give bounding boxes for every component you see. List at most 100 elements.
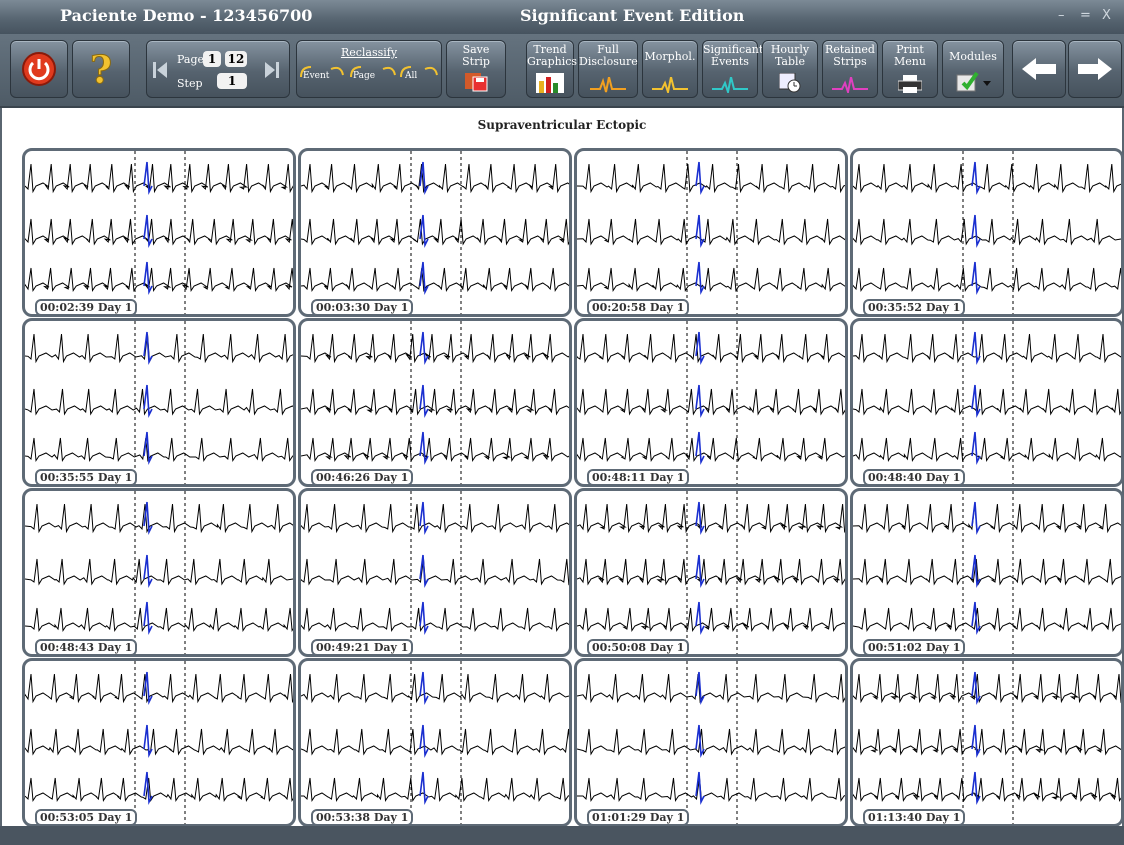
power-button[interactable] xyxy=(10,40,68,98)
ecg-lead-trace xyxy=(577,607,845,632)
page-current-field[interactable]: 1 xyxy=(203,51,221,67)
ecg-waveform xyxy=(853,151,1121,314)
ectopic-beat xyxy=(695,671,705,705)
ectopic-beat xyxy=(695,431,705,465)
ectopic-beat xyxy=(971,724,981,758)
ecg-lead-trace xyxy=(577,388,845,416)
retained-strips-button[interactable]: Retained Strips xyxy=(822,40,878,98)
ecg-lead-trace xyxy=(853,437,1121,462)
trend-graphics-label: Trend Graphics xyxy=(527,43,578,68)
ectopic-beat xyxy=(143,384,153,418)
patient-title: Paciente Demo - 123456700 xyxy=(60,6,313,25)
ecg-strip[interactable]: 00:35:52 Day 1 xyxy=(850,148,1124,317)
morphol-label: Morphol. xyxy=(644,50,696,63)
modules-icon xyxy=(956,71,991,92)
ecg-strip[interactable]: 00:53:05 Day 1 xyxy=(22,658,296,827)
ecg-waveform xyxy=(301,661,569,824)
strip-timestamp: 01:13:40 Day 1 xyxy=(863,809,966,824)
help-button[interactable]: ? xyxy=(72,40,130,98)
ecg-lead-trace xyxy=(25,728,293,756)
ecg-strip[interactable]: 00:20:58 Day 1 xyxy=(574,148,848,317)
previous-button[interactable] xyxy=(1012,40,1066,98)
ecg-lead-trace xyxy=(25,333,293,364)
ectopic-beat xyxy=(419,554,429,588)
modules-label: Modules xyxy=(949,50,997,63)
print-menu-label: Print Menu xyxy=(894,43,926,68)
step-field[interactable]: 1 xyxy=(217,73,247,89)
ecg-lead-trace xyxy=(577,503,845,534)
strip-timestamp: 00:49:21 Day 1 xyxy=(311,639,414,654)
next-button[interactable] xyxy=(1068,40,1122,98)
ecg-lead-trace xyxy=(853,333,1121,364)
strip-timestamp: 00:03:30 Day 1 xyxy=(311,299,414,314)
hourly-table-button[interactable]: Hourly Table xyxy=(762,40,818,98)
ectopic-beat xyxy=(695,214,705,248)
ecg-strip[interactable]: 00:35:55 Day 1 xyxy=(22,318,296,487)
ectopic-beat xyxy=(971,431,981,465)
ecg-strip[interactable]: 00:03:30 Day 1 xyxy=(298,148,572,317)
arrow-right-icon xyxy=(1078,58,1112,80)
arrow-left-icon xyxy=(1022,58,1056,80)
retained-strips-label: Retained Strips xyxy=(825,43,875,68)
ectopic-beat xyxy=(695,501,705,535)
ecg-lead-trace xyxy=(853,777,1121,802)
close-button[interactable]: X xyxy=(1102,8,1111,23)
morphol-button[interactable]: Morphol. xyxy=(642,40,698,98)
trend-graphics-button[interactable]: Trend Graphics xyxy=(526,40,578,98)
reclassify-group: Reclassify Event Page All xyxy=(296,40,442,98)
ecg-strip[interactable]: 01:13:40 Day 1 xyxy=(850,658,1124,827)
strip-timestamp: 00:53:05 Day 1 xyxy=(35,809,138,824)
strip-timestamp: 00:02:39 Day 1 xyxy=(35,299,138,314)
ectopic-beat xyxy=(143,431,153,465)
ecg-lead-trace xyxy=(301,607,569,632)
ecg-strip[interactable]: 00:50:08 Day 1 xyxy=(574,488,848,657)
ecg-strip[interactable]: 00:53:38 Day 1 xyxy=(298,658,572,827)
ectopic-beat xyxy=(419,671,429,705)
ectopic-beat xyxy=(143,601,153,635)
ecg-lead-trace xyxy=(301,777,569,802)
calendar-clock-icon xyxy=(779,73,801,93)
full-disclosure-button[interactable]: Full Disclosure xyxy=(578,40,638,98)
maximize-button[interactable]: = xyxy=(1080,8,1091,23)
modules-button[interactable]: Modules xyxy=(942,40,1004,98)
ecg-strip[interactable]: 01:01:29 Day 1 xyxy=(574,658,848,827)
strip-timestamp: 01:01:29 Day 1 xyxy=(587,809,690,824)
save-strip-icon xyxy=(465,73,488,92)
ecg-waveform xyxy=(25,151,293,314)
strip-timestamp: 00:35:52 Day 1 xyxy=(863,299,966,314)
ecg-strip[interactable]: 00:49:21 Day 1 xyxy=(298,488,572,657)
strip-timestamp: 00:48:11 Day 1 xyxy=(587,469,690,484)
first-page-icon[interactable] xyxy=(153,61,167,79)
ecg-lead-trace xyxy=(301,388,569,416)
ecg-lead-trace xyxy=(301,333,569,364)
title-bar: Paciente Demo - 123456700 Significant Ev… xyxy=(0,0,1124,34)
ecg-strip[interactable]: 00:02:39 Day 1 xyxy=(22,148,296,317)
ecg-lead-trace xyxy=(301,503,569,534)
print-menu-button[interactable]: Print Menu xyxy=(882,40,938,98)
ecg-strip[interactable]: 00:51:02 Day 1 xyxy=(850,488,1124,657)
ecg-waveform xyxy=(577,151,845,314)
page-label: Page xyxy=(177,53,205,66)
ecg-strip[interactable]: 00:48:40 Day 1 xyxy=(850,318,1124,487)
last-page-icon[interactable] xyxy=(265,61,279,79)
ecg-lead-trace xyxy=(853,673,1121,704)
ecg-strip[interactable]: 00:48:43 Day 1 xyxy=(22,488,296,657)
power-icon xyxy=(22,52,56,86)
ecg-strip[interactable]: 00:46:26 Day 1 xyxy=(298,318,572,487)
printer-icon xyxy=(898,75,922,93)
save-strip-button[interactable]: Save Strip xyxy=(446,40,506,98)
save-strip-label: Save Strip xyxy=(462,43,490,68)
ecg-wave-icon xyxy=(712,77,748,93)
ecg-strip[interactable]: 00:48:11 Day 1 xyxy=(574,318,848,487)
main-panel: Supraventricular Ectopic 00:02:39 Day 10… xyxy=(2,108,1124,827)
minimize-button[interactable]: – xyxy=(1058,8,1065,23)
reclassify-arrows-icon xyxy=(300,66,438,78)
strip-timestamp: 00:35:55 Day 1 xyxy=(35,469,138,484)
ecg-lead-trace xyxy=(577,777,845,802)
ecg-lead-trace xyxy=(301,728,569,756)
bar-chart-icon xyxy=(536,73,564,93)
significant-events-label: Significant Events xyxy=(703,43,764,68)
ecg-lead-trace xyxy=(25,388,293,416)
significant-events-button[interactable]: Significant Events xyxy=(702,40,764,98)
ecg-lead-trace xyxy=(577,558,845,586)
